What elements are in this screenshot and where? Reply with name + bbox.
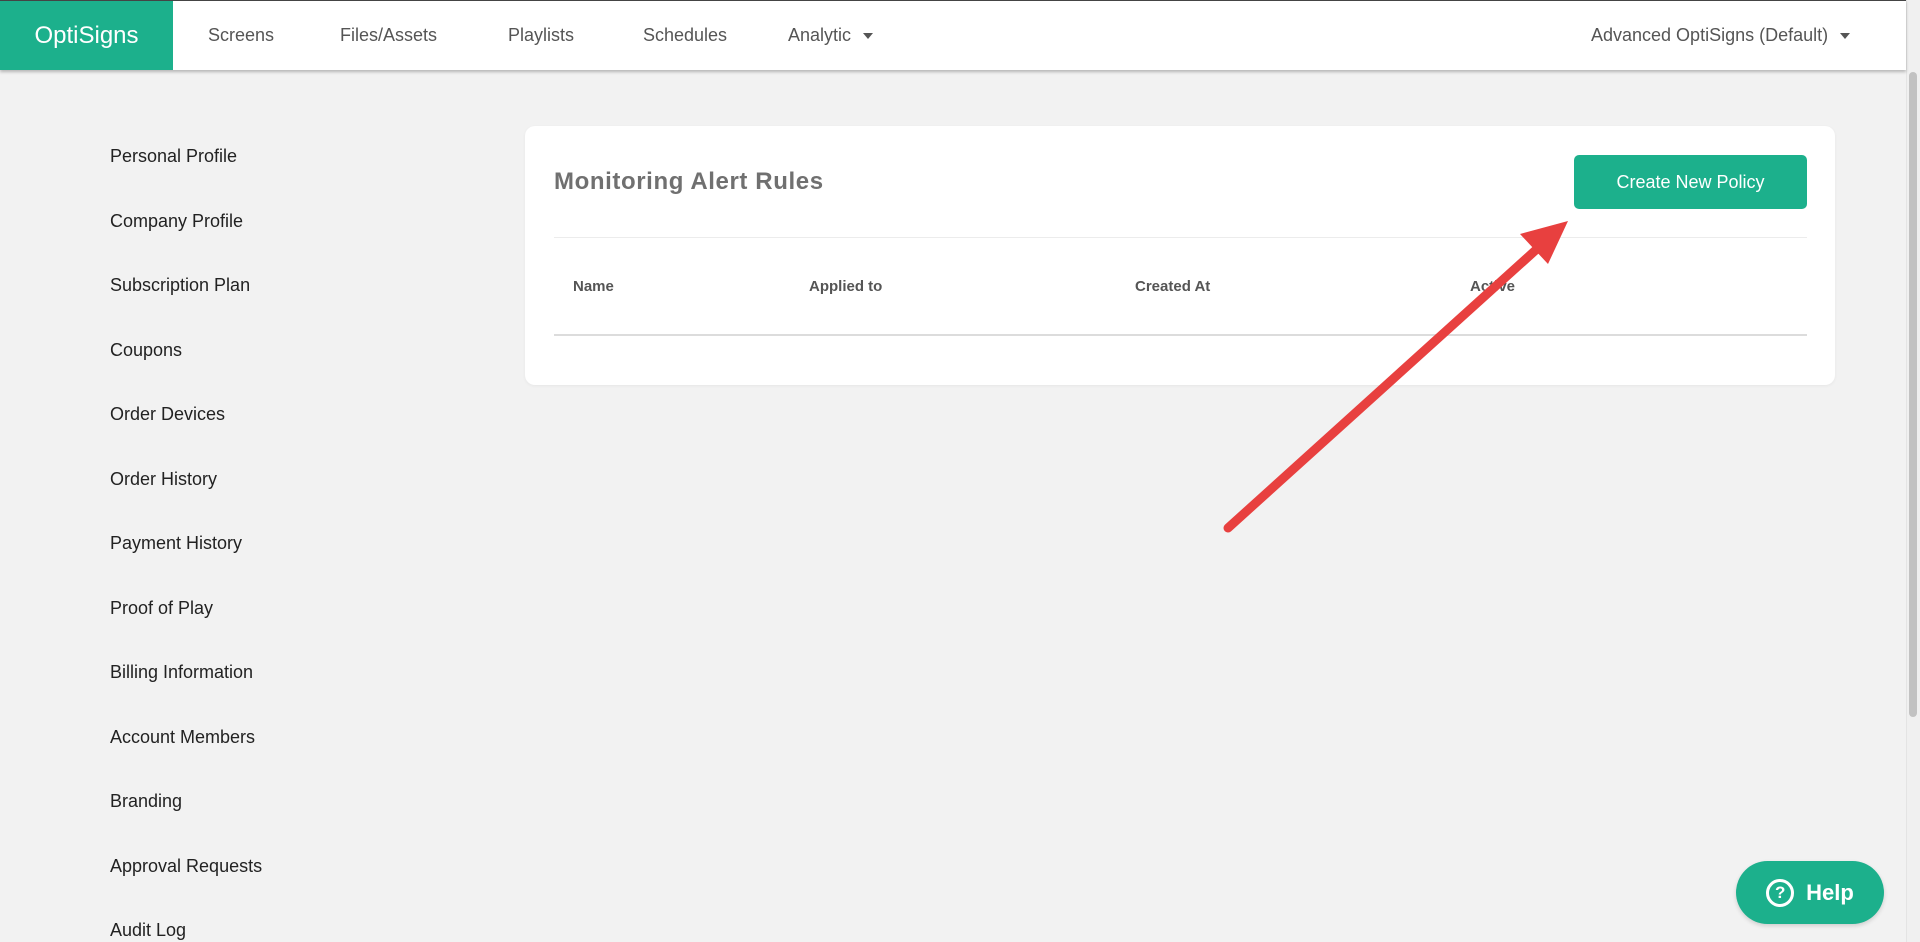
sidebar-item-payment-history[interactable]: Payment History xyxy=(110,533,242,554)
nav-analytic-label: Analytic xyxy=(788,25,852,45)
sidebar-item-company-profile[interactable]: Company Profile xyxy=(110,211,243,232)
sidebar-item-approval-requests[interactable]: Approval Requests xyxy=(110,856,262,877)
sidebar-item-subscription-plan[interactable]: Subscription Plan xyxy=(110,275,250,296)
chevron-down-icon xyxy=(1840,32,1851,39)
help-label: Help xyxy=(1806,879,1854,905)
optisigns-logo[interactable]: OptiSigns xyxy=(0,1,173,70)
sidebar-item-personal-profile[interactable]: Personal Profile xyxy=(110,146,237,167)
monitoring-alert-rules-card: Monitoring Alert Rules Create New Policy… xyxy=(525,126,1835,385)
nav-playlists[interactable]: Playlists xyxy=(508,1,574,70)
create-new-policy-button[interactable]: Create New Policy xyxy=(1574,155,1807,209)
sidebar-item-branding[interactable]: Branding xyxy=(110,791,182,812)
nav-analytic[interactable]: Analytic xyxy=(788,1,874,70)
sidebar-item-order-history[interactable]: Order History xyxy=(110,469,217,490)
vertical-scrollbar[interactable] xyxy=(1906,0,1920,942)
sidebar-item-order-devices[interactable]: Order Devices xyxy=(110,404,225,425)
sidebar-item-coupons[interactable]: Coupons xyxy=(110,340,182,361)
nav-screens[interactable]: Screens xyxy=(208,1,274,70)
sidebar-item-audit-log[interactable]: Audit Log xyxy=(110,920,186,941)
column-header-created-at[interactable]: Created At xyxy=(1135,278,1210,295)
scrollbar-thumb[interactable] xyxy=(1909,72,1917,717)
account-name: Advanced OptiSigns (Default) xyxy=(1591,25,1829,45)
table-header-border xyxy=(554,334,1807,336)
question-circle-icon: ? xyxy=(1766,878,1795,907)
sidebar-item-billing-information[interactable]: Billing Information xyxy=(110,662,253,683)
chevron-down-icon xyxy=(863,32,874,39)
sidebar-item-account-members[interactable]: Account Members xyxy=(110,727,255,748)
nav-files-assets[interactable]: Files/Assets xyxy=(340,1,437,70)
sidebar-item-proof-of-play[interactable]: Proof of Play xyxy=(110,598,213,619)
column-header-name[interactable]: Name xyxy=(573,278,614,295)
page-title: Monitoring Alert Rules xyxy=(554,168,824,195)
column-header-applied-to[interactable]: Applied to xyxy=(809,278,882,295)
help-button[interactable]: ? Help xyxy=(1736,861,1884,924)
nav-schedules[interactable]: Schedules xyxy=(643,1,727,70)
account-switcher[interactable]: Advanced OptiSigns (Default) xyxy=(1591,1,1851,70)
top-navbar: OptiSigns Screens Files/Assets Playlists… xyxy=(0,0,1906,70)
column-header-active[interactable]: Active xyxy=(1470,278,1515,295)
divider xyxy=(554,237,1807,238)
